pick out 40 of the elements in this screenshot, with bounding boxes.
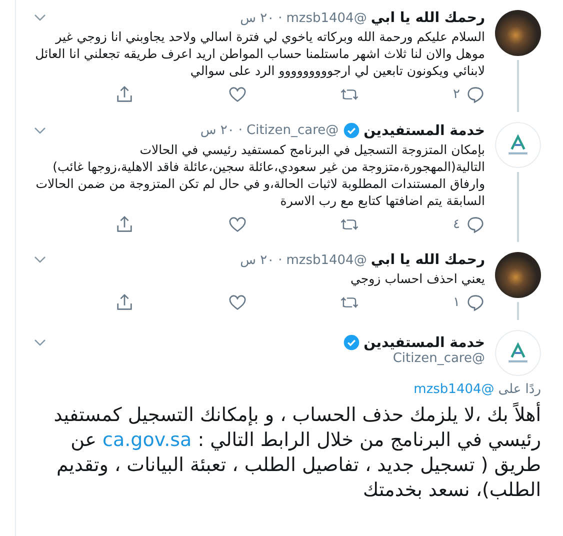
reply-icon[interactable] — [466, 293, 485, 312]
chevron-down-icon[interactable] — [34, 338, 46, 346]
dot-separator: · — [278, 10, 282, 26]
reply-icon[interactable] — [466, 215, 485, 234]
user-handle[interactable]: @Citizen_care — [246, 123, 339, 138]
tweet-text: السلام عليكم ورحمة الله وبركاته ياخوي لي فترة اسالي ولاحد يجاوبني انا زوجي غير موهل والان لنا ثلاث اشهر ماستلمنا حساب المواطن اريد اعرف طريقه تجعلني انا العائل لابنائي ويكونون تابعين لي ارجووووووووو الرد على سوالي — [34, 28, 485, 79]
heart-icon[interactable] — [228, 85, 247, 104]
dot-separator: · — [238, 123, 242, 138]
reply-count: ٢ — [453, 87, 460, 102]
mention-link[interactable]: @mzsb1404 — [414, 382, 494, 397]
user-handle[interactable]: @Citizen_care — [34, 351, 485, 366]
share-icon[interactable] — [115, 85, 134, 104]
tweet-text: بإمكان المتزوجة التسجيل في البرنامج كمستفيد رئيسي في الحالات التالية(المهجورة،متزوجة من غير سعودي،عائلة سجين،عائلة فاقد الاهلية،زوجها غائب) وارفاق المستندات المطلوبة لاثبات الحالة،و في حال لم تكن المتزوجة من ضمن الحالات السابقة يتم اضافتها كتابع مع رب الاسرة — [34, 141, 485, 209]
avatar-photo-placeholder[interactable] — [495, 252, 541, 298]
user-name[interactable]: رحمك الله يا ابي — [370, 252, 485, 268]
reply-count: ١ — [453, 295, 460, 310]
tweet-time[interactable]: ٢٠ س — [200, 123, 234, 138]
chevron-down-icon[interactable] — [34, 14, 46, 22]
chevron-down-icon[interactable] — [34, 126, 46, 134]
user-name[interactable]: خدمة المستفيدين — [364, 122, 485, 138]
reply-icon[interactable] — [466, 85, 485, 104]
avatar-logo-icon[interactable] — [495, 330, 541, 376]
tweet-time[interactable]: ٢٠ س — [240, 10, 274, 26]
user-handle[interactable]: @mzsb1404 — [286, 10, 367, 26]
reply-count: ٤ — [453, 217, 460, 232]
heart-icon[interactable] — [228, 215, 247, 234]
share-icon[interactable] — [115, 293, 134, 312]
user-handle[interactable]: @mzsb1404 — [286, 252, 367, 268]
tweet-time[interactable]: ٢٠ س — [240, 252, 274, 268]
website-link[interactable]: ca.gov.sa — [102, 429, 192, 451]
avatar-logo-icon[interactable] — [495, 122, 541, 168]
tweet-text: يعني احذف احساب زوجي — [350, 270, 485, 287]
replying-to-label: ردًا على — [498, 382, 541, 397]
user-name[interactable]: رحمك الله يا ابي — [370, 10, 485, 26]
user-name[interactable]: خدمة المستفيدين — [364, 334, 485, 350]
chevron-down-icon[interactable] — [34, 256, 46, 264]
dot-separator: · — [278, 252, 282, 268]
share-icon[interactable] — [115, 215, 134, 234]
heart-icon[interactable] — [228, 293, 247, 312]
avatar-photo-placeholder[interactable] — [495, 10, 541, 56]
